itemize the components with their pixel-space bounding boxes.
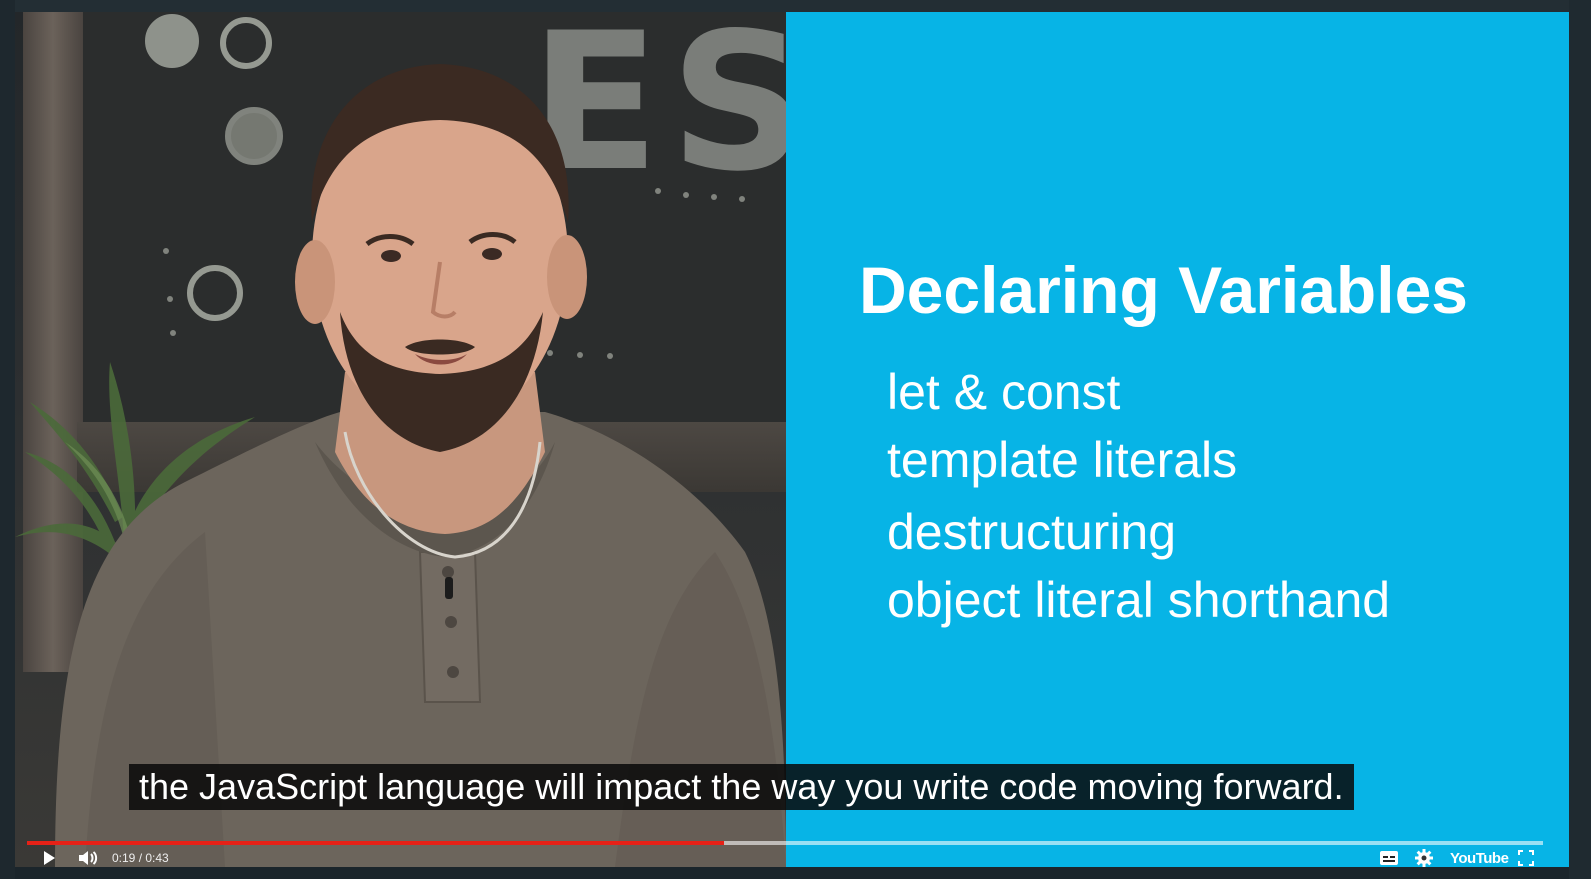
slide-panel: Declaring Variables let & const template… bbox=[786, 12, 1569, 867]
slide-topic-item: object literal shorthand bbox=[887, 572, 1391, 628]
slide-topic-item: template literals bbox=[887, 432, 1238, 488]
player-controls: 0:19 / 0:43 YouTube bbox=[15, 827, 1569, 867]
progress-bar[interactable] bbox=[27, 841, 1543, 845]
youtube-logo[interactable]: YouTube bbox=[1450, 849, 1509, 867]
fullscreen-button[interactable] bbox=[1518, 849, 1534, 867]
slide-title: Declaring Variables bbox=[859, 253, 1468, 327]
slide-topic-item: destructuring bbox=[887, 504, 1177, 560]
time-display: 0:19 / 0:43 bbox=[112, 849, 169, 867]
time-separator: / bbox=[135, 851, 146, 865]
play-icon bbox=[44, 851, 55, 865]
top-strip bbox=[0, 0, 1591, 12]
volume-icon bbox=[79, 851, 98, 865]
captions-button[interactable] bbox=[1380, 849, 1398, 867]
presenter-scene: ES bbox=[15, 12, 786, 867]
progress-played bbox=[27, 841, 725, 845]
settings-button[interactable] bbox=[1415, 849, 1433, 867]
settings-icon bbox=[1415, 849, 1433, 867]
captions-icon bbox=[1380, 851, 1398, 865]
current-time: 0:19 bbox=[112, 851, 136, 865]
page-frame: ES Declaring Variables let & const templ… bbox=[0, 0, 1591, 879]
slide-topic-list: let & const template literals destructur… bbox=[887, 358, 1390, 634]
duration: 0:43 bbox=[145, 851, 169, 865]
left-edge bbox=[0, 0, 15, 879]
presenter bbox=[55, 64, 786, 867]
play-button[interactable] bbox=[41, 849, 57, 867]
right-edge bbox=[1569, 0, 1591, 879]
video-player[interactable]: ES Declaring Variables let & const templ… bbox=[15, 12, 1569, 867]
closed-caption: the JavaScript language will impact the … bbox=[129, 764, 1354, 810]
slide-topic-item: let & const bbox=[887, 364, 1121, 420]
volume-button[interactable] bbox=[78, 849, 98, 867]
fullscreen-icon bbox=[1518, 850, 1534, 866]
